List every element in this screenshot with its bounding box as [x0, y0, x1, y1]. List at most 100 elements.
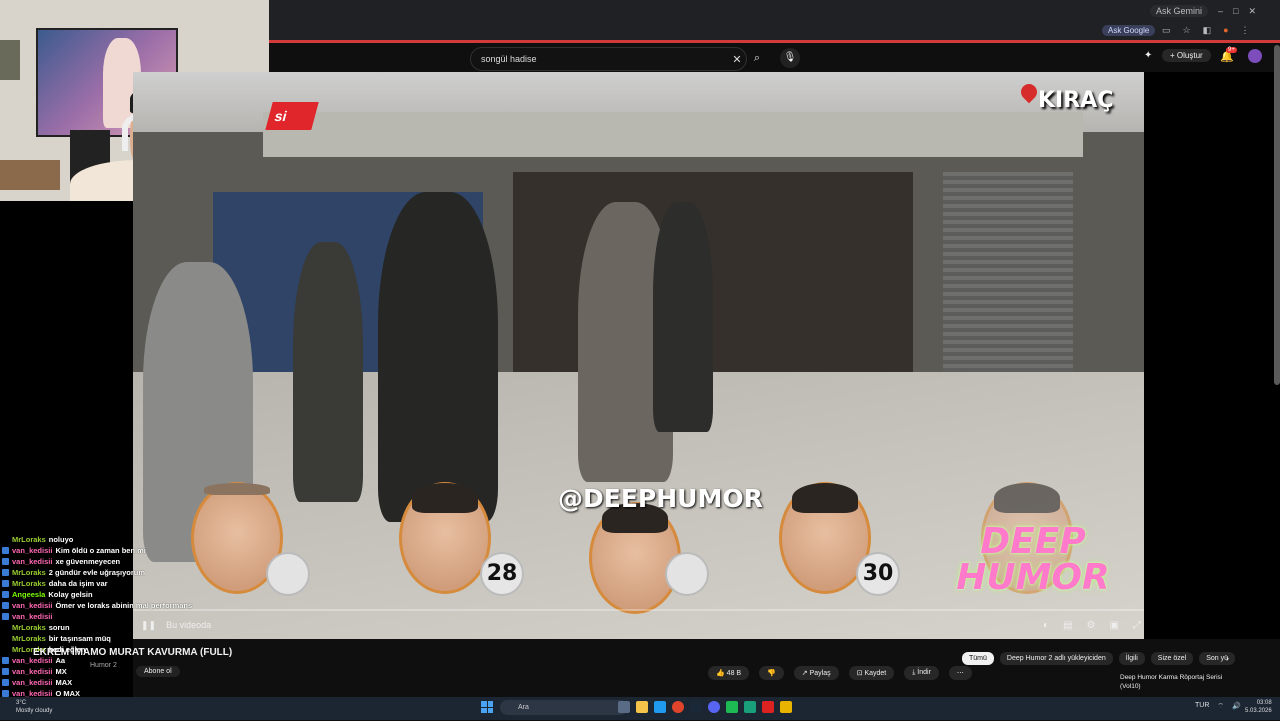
thumbs-down-icon: 👎: [767, 670, 776, 677]
chip-for-you[interactable]: Size özel: [1150, 652, 1194, 665]
shelf: [0, 160, 60, 190]
file-explorer-icon[interactable]: [636, 701, 648, 713]
save-button[interactable]: ⊡ Kaydet: [848, 666, 895, 680]
spotify-icon[interactable]: [726, 701, 738, 713]
autoplay-toggle-icon[interactable]: ◐: [1043, 620, 1049, 631]
chat-username[interactable]: MrLoraks: [12, 578, 46, 589]
ask-google-button[interactable]: Ask Google: [1102, 25, 1156, 36]
like-button[interactable]: 👍 48 B: [708, 666, 750, 680]
weather-widget[interactable]: 3°C Mostly cloudy: [16, 699, 52, 715]
chat-badge-icon: [2, 657, 9, 664]
chip-uploader[interactable]: Deep Humor 2 adlı yükleyiciden: [999, 652, 1113, 665]
chat-message: MrLoraks daha da işim var: [2, 578, 302, 589]
star-icon[interactable]: ☆: [1183, 25, 1191, 36]
avatar[interactable]: [1248, 49, 1262, 63]
app-icon[interactable]: [744, 701, 756, 713]
miniplayer-icon[interactable]: ▣: [1109, 620, 1118, 631]
channel-name[interactable]: Humor 2: [90, 662, 117, 669]
chrome-icon[interactable]: [672, 701, 684, 713]
chat-text: MAX: [55, 678, 73, 687]
brand-line: DEEP: [980, 521, 1086, 562]
chat-username[interactable]: van_kedisii: [12, 600, 52, 611]
chat-badge-icon: [2, 558, 9, 565]
chat-username[interactable]: van_kedisii: [12, 677, 52, 688]
more-actions-button[interactable]: ⋯: [948, 666, 972, 680]
profile-icon[interactable]: ●: [1223, 25, 1228, 36]
subtitles-icon[interactable]: ▤: [1063, 620, 1072, 631]
chat-username[interactable]: van_kedisii: [12, 611, 52, 622]
search-icon[interactable]: ⌕: [748, 47, 766, 69]
chip-related[interactable]: İlgili: [1118, 652, 1145, 665]
clock[interactable]: 03:08 5.03.2026: [1245, 699, 1272, 715]
task-view-icon[interactable]: [618, 701, 630, 713]
minimize-icon[interactable]: –: [1218, 6, 1223, 16]
chat-username[interactable]: MrLoraks: [12, 567, 46, 578]
clear-search-icon[interactable]: ✕: [728, 53, 746, 66]
app-icon[interactable]: [780, 701, 792, 713]
scrollbar[interactable]: [1274, 45, 1280, 385]
chip-all[interactable]: Tümü: [962, 652, 994, 665]
subscribe-button[interactable]: Abone ol: [136, 666, 180, 677]
ask-gemini-button[interactable]: Ask Gemini: [1150, 5, 1209, 17]
video-person: [653, 202, 713, 432]
video-watermark: @DEEPHUMOR: [558, 484, 763, 513]
settings-icon[interactable]: ⚙: [1087, 620, 1096, 631]
contestant-face: [399, 482, 491, 594]
share-label: Paylaş: [809, 670, 831, 677]
create-button[interactable]: + Oluştur: [1162, 49, 1211, 62]
chat-username[interactable]: van_kedisii: [12, 545, 52, 556]
filter-chips: Tümü Deep Humor 2 adlı yükleyiciden İlgi…: [962, 652, 1235, 665]
chat-username[interactable]: van_kedisii: [12, 666, 52, 677]
chip-recent[interactable]: Son yü: [1199, 652, 1235, 665]
video-controls-right: ◐ ▤ ⚙ ▣ ⤢: [1043, 620, 1141, 631]
edge-icon[interactable]: [654, 701, 666, 713]
maximize-icon[interactable]: □: [1233, 6, 1238, 16]
mic-icon[interactable]: 🎙: [780, 48, 800, 68]
chat-badge-icon: [2, 679, 9, 686]
notification-badge: 9+: [1226, 47, 1237, 53]
discord-icon[interactable]: [708, 701, 720, 713]
chat-username[interactable]: Angeesla: [12, 589, 45, 600]
dislike-button[interactable]: 👎: [759, 666, 784, 680]
video-title: EKREM İMAMO MURAT KAVURMA (FULL): [33, 647, 233, 658]
create-label: Oluştur: [1176, 51, 1203, 60]
video-shop-window: [513, 172, 913, 402]
menu-icon[interactable]: ⋮: [1241, 25, 1250, 36]
extensions-icon[interactable]: ◧: [1203, 25, 1212, 36]
fullscreen-icon[interactable]: ⤢: [1133, 620, 1141, 631]
close-icon[interactable]: ✕: [1248, 6, 1256, 17]
taskbar-search[interactable]: Ara: [500, 700, 628, 715]
wifi-icon[interactable]: ⌔: [1217, 702, 1224, 711]
taskbar-apps: [618, 701, 792, 713]
chat-username[interactable]: MrLoraks: [12, 534, 46, 545]
search-input[interactable]: songül hadise: [471, 54, 728, 64]
windows-start-icon[interactable]: [481, 701, 493, 713]
recommended-video-title[interactable]: Deep Humor Karma Röportaj Serisi (Vol10): [1120, 673, 1230, 691]
chevron-right-icon[interactable]: ›: [1226, 653, 1229, 663]
steam-icon[interactable]: [690, 701, 702, 713]
window-controls: Ask Gemini – □ ✕: [1150, 2, 1275, 20]
chat-username[interactable]: van_kedisii: [12, 556, 52, 567]
search-box[interactable]: songül hadise ✕: [470, 47, 747, 71]
chat-text: noluyo: [48, 535, 74, 544]
chat-message: van_kedisii MAX: [2, 677, 302, 688]
chat-username[interactable]: MrLoraks: [12, 622, 46, 633]
share-button[interactable]: ↗ Paylaş: [793, 666, 839, 680]
brand-logo: DEEP HUMOR: [953, 524, 1113, 596]
language-indicator[interactable]: TUR: [1195, 702, 1209, 711]
chat-message: MrLoraks 2 gündür evle uğraşıyorum: [2, 567, 302, 578]
like-count: 48 B: [726, 670, 742, 677]
system-tray: TUR ⌔ 🔊: [1195, 702, 1241, 711]
chat-text: bir taşınsam müq: [48, 634, 111, 643]
download-button[interactable]: ⤓ İndir: [904, 666, 939, 680]
volume-icon[interactable]: 🔊: [1232, 702, 1241, 711]
chat-message: MrLoraks bir taşınsam müq: [2, 633, 302, 644]
obs-icon[interactable]: [762, 701, 774, 713]
chat-text: daha da işim var: [48, 579, 108, 588]
cast-icon[interactable]: ▭: [1162, 25, 1171, 36]
chat-badge-icon: [2, 613, 9, 620]
stream-chat: MrLoraks noluyo van_kedisii Kim öldü o zama…: [2, 534, 302, 721]
chat-username[interactable]: MrLoraks: [12, 633, 46, 644]
chat-message: van_kedisii Kim öldü o zaman ben mi: [2, 545, 302, 556]
extension-icon[interactable]: ✦: [1144, 50, 1152, 61]
